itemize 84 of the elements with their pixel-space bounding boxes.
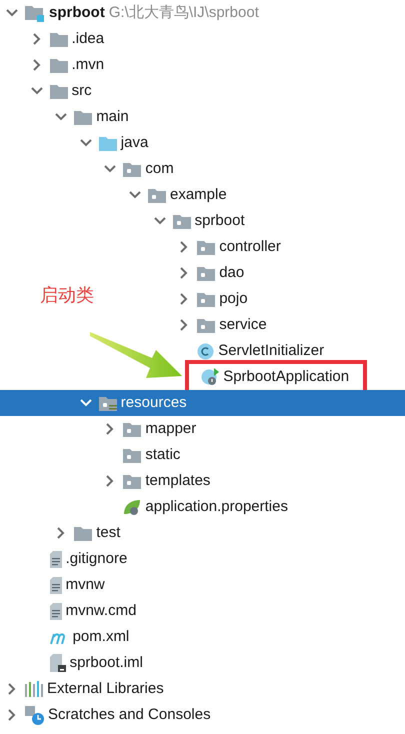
tree-row[interactable]: ServletInitializer xyxy=(175,338,324,364)
tree-row[interactable]: static xyxy=(101,442,180,468)
tree-row[interactable]: sprboot.iml xyxy=(28,650,143,676)
node-label: sprboot.iml xyxy=(70,652,143,673)
node-label: pojo xyxy=(219,288,248,309)
node-label: controller xyxy=(219,236,281,257)
node-label: sprboot xyxy=(194,210,245,231)
node-label: .gitignore xyxy=(66,548,128,569)
node-label: .mvn xyxy=(72,54,104,75)
text-file-icon xyxy=(50,602,62,620)
package-folder-icon xyxy=(197,266,216,280)
node-label: java xyxy=(120,132,148,153)
tree-row[interactable]: controller xyxy=(175,234,281,260)
tree-row[interactable]: pom.xml xyxy=(28,624,130,650)
node-label: main xyxy=(96,106,129,127)
folder-icon xyxy=(74,110,92,124)
folder-icon xyxy=(50,84,68,98)
tree-row[interactable]: mvnw xyxy=(28,572,105,598)
tree-row[interactable]: service xyxy=(175,312,267,338)
tree-row[interactable]: src xyxy=(28,78,92,104)
node-label: sprboot xyxy=(49,2,105,23)
source-folder-icon xyxy=(98,136,117,150)
node-label: mvnw.cmd xyxy=(66,600,136,621)
tree-row[interactable]: mvnw.cmd xyxy=(28,598,136,624)
package-folder-icon xyxy=(123,422,142,436)
tree-row[interactable]: main xyxy=(52,104,129,130)
node-label: example xyxy=(170,184,227,205)
node-label: mvnw xyxy=(66,574,105,595)
node-label: resources xyxy=(120,392,187,413)
node-label: pom.xml xyxy=(72,626,130,647)
node-label: templates xyxy=(145,470,210,491)
folder-icon xyxy=(50,32,68,46)
tree-row[interactable]: sprboot G:\北大青鸟\IJ\sprboot xyxy=(3,0,259,26)
spring-leaf-icon xyxy=(123,498,142,516)
package-folder-icon xyxy=(123,474,142,488)
node-label: mapper xyxy=(145,418,196,439)
tree-row[interactable]: pojo xyxy=(175,286,248,312)
tree-row[interactable]: test xyxy=(52,520,120,546)
node-label: com xyxy=(145,158,174,179)
tree-row[interactable]: .gitignore xyxy=(28,546,128,572)
tree-row[interactable]: dao xyxy=(175,260,244,286)
package-folder-icon xyxy=(148,188,166,202)
node-label: src xyxy=(72,80,92,101)
class-icon xyxy=(197,342,214,360)
node-label: static xyxy=(145,444,180,465)
node-label: service xyxy=(219,314,267,335)
module-file-icon xyxy=(50,654,66,672)
tree-row[interactable]: mapper xyxy=(101,416,196,442)
tree-row[interactable]: java xyxy=(76,130,148,156)
node-label: dao xyxy=(219,262,244,283)
tree-row[interactable]: Scratches and Consoles xyxy=(3,702,211,728)
annotation-label: 启动类 xyxy=(40,284,94,307)
folder-icon xyxy=(74,526,92,540)
package-folder-icon xyxy=(197,292,216,306)
node-label: test xyxy=(96,522,120,543)
libraries-icon xyxy=(25,681,43,697)
node-label: .idea xyxy=(72,28,104,49)
project-path: G:\北大青鸟\IJ\sprboot xyxy=(108,2,259,23)
tree-row[interactable]: example xyxy=(126,182,227,208)
project-folder-icon xyxy=(25,4,45,22)
node-label: application.properties xyxy=(145,496,288,517)
node-label: External Libraries xyxy=(47,678,164,699)
package-folder-icon xyxy=(197,240,216,254)
package-folder-icon xyxy=(123,162,142,176)
tree-row[interactable]: sprboot xyxy=(150,208,245,234)
node-label: Scratches and Consoles xyxy=(48,704,211,725)
tree-row[interactable]: com xyxy=(101,156,174,182)
text-file-icon xyxy=(50,576,62,594)
selected-tree-row[interactable]: resources xyxy=(0,390,405,416)
node-label: SprbootApplication xyxy=(223,366,350,387)
folder-icon xyxy=(50,58,68,72)
tree-row[interactable]: .mvn xyxy=(28,52,104,78)
tree-row[interactable]: .idea xyxy=(28,26,104,52)
node-label: ServletInitializer xyxy=(218,340,324,361)
package-folder-icon xyxy=(172,214,191,228)
scratches-icon xyxy=(25,706,44,724)
text-file-icon xyxy=(50,550,62,568)
package-folder-icon xyxy=(197,318,216,332)
tree-row[interactable]: templates xyxy=(101,468,210,494)
resources-folder-icon xyxy=(98,396,117,410)
package-folder-icon xyxy=(123,448,142,462)
tree-row[interactable]: application.properties xyxy=(101,494,288,520)
spring-class-icon xyxy=(201,368,220,386)
tree-row[interactable]: External Libraries xyxy=(3,676,164,702)
